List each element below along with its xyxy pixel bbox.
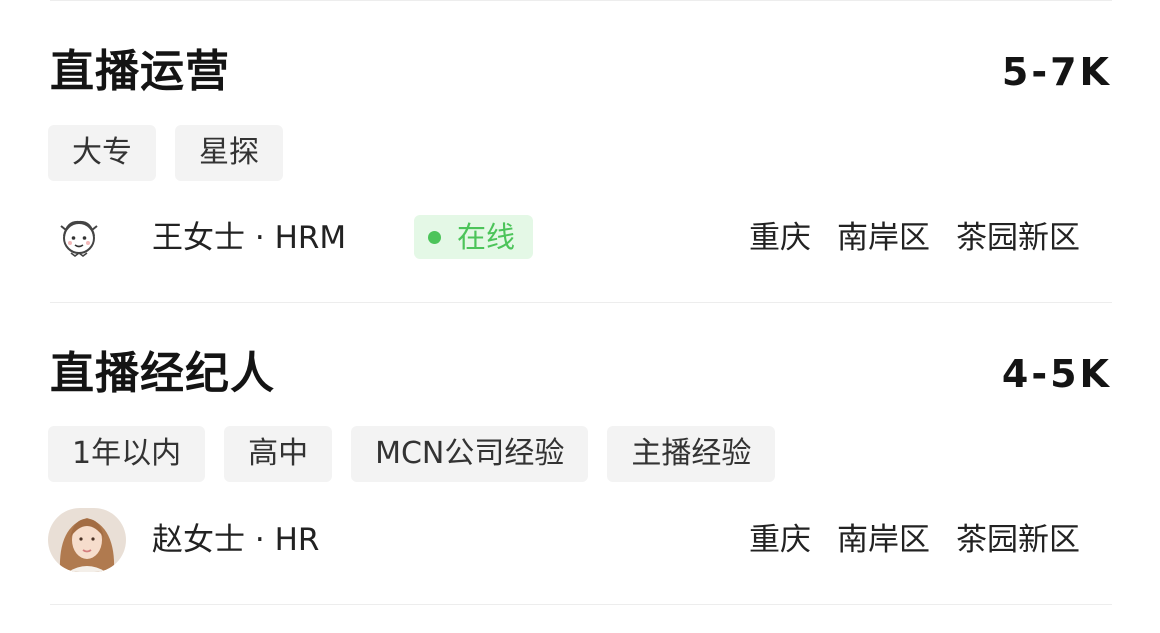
divider	[50, 604, 1112, 605]
job-tag: 高中	[224, 426, 333, 482]
location-district: 南岸区	[837, 522, 930, 558]
job-tag: 1年以内	[48, 426, 206, 482]
location-district: 南岸区	[837, 220, 930, 256]
location-area: 茶园新区	[956, 220, 1080, 256]
job-tag: 主播经验	[607, 426, 776, 482]
job-location: 重庆 南岸区 茶园新区	[749, 203, 1080, 273]
location-city: 重庆	[749, 220, 811, 256]
job-title: 直播运营	[50, 46, 230, 97]
recruiter-info: 王女士 · HRM	[152, 203, 346, 273]
photo-avatar[interactable]	[48, 505, 126, 575]
online-dot-icon	[428, 230, 441, 244]
recruiter-name: 赵女士	[152, 522, 245, 558]
recruiter-info: 赵女士 · HR	[152, 505, 319, 575]
recruiter-role: HR	[274, 522, 320, 558]
job-salary: 5-7K	[1001, 50, 1112, 94]
online-status-label: 在线	[457, 220, 516, 254]
job-card[interactable]: 直播运营 5-7K 大专 星探 王女士 · HRM 在线 重庆 南岸区 茶园新区	[48, 0, 1112, 300]
job-tag: 星探	[175, 125, 283, 181]
separator-dot: ·	[245, 220, 275, 256]
location-city: 重庆	[749, 522, 811, 558]
recruiter-row: 王女士 · HRM 在线 重庆 南岸区 茶园新区	[50, 203, 1112, 273]
job-location: 重庆 南岸区 茶园新区	[749, 505, 1080, 575]
recruiter-name: 王女士	[152, 220, 245, 256]
job-tags: 大专 星探	[48, 125, 283, 181]
job-tag: 大专	[48, 125, 156, 181]
job-card[interactable]: 直播经纪人 4-5K 1年以内 高中 MCN公司经验 主播经验 赵女士 · HR…	[48, 302, 1112, 602]
online-status-badge: 在线	[414, 215, 534, 259]
recruiter-row: 赵女士 · HR 重庆 南岸区 茶园新区	[48, 505, 1112, 575]
location-area: 茶园新区	[956, 522, 1080, 558]
cartoon-avatar-icon[interactable]	[40, 203, 118, 273]
job-tags: 1年以内 高中 MCN公司经验 主播经验	[48, 426, 776, 482]
separator-dot: ·	[245, 522, 275, 558]
job-tag: MCN公司经验	[351, 426, 589, 482]
job-title: 直播经纪人	[50, 348, 275, 399]
job-salary: 4-5K	[1001, 352, 1112, 396]
recruiter-role: HRM	[274, 220, 347, 256]
